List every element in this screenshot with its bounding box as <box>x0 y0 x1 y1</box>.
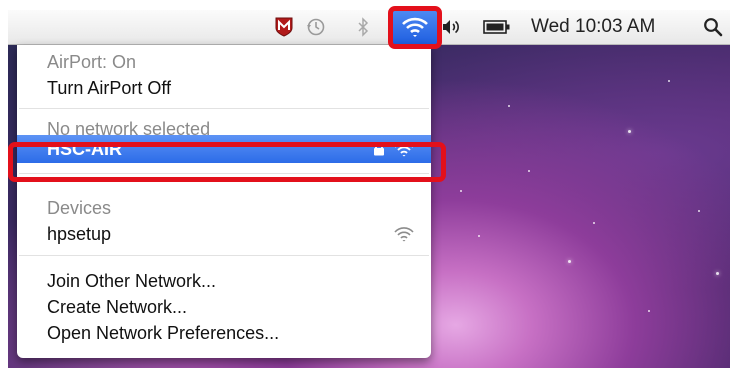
create-network-item[interactable]: Create Network... <box>17 295 431 319</box>
join-other-network-item[interactable]: Join Other Network... <box>17 269 431 293</box>
devices-header-label: Devices <box>47 197 112 218</box>
star <box>648 310 650 312</box>
no-network-selected-item: No network selected <box>17 121 431 135</box>
turn-airport-off-item[interactable]: Turn AirPort Off <box>17 76 431 100</box>
star <box>668 80 670 82</box>
create-network-label: Create Network... <box>47 296 188 317</box>
star <box>528 170 530 172</box>
battery-icon[interactable] <box>482 10 512 44</box>
highlight-hsc-air-network <box>8 142 446 182</box>
open-network-preferences-item[interactable]: Open Network Preferences... <box>17 321 431 345</box>
menu-divider <box>19 255 429 256</box>
desktop-screen: Wed 10:03 AM AirPort: On Turn AirPort Of… <box>8 10 730 368</box>
turn-airport-off-label: Turn AirPort Off <box>47 77 172 98</box>
menu-divider <box>19 108 429 109</box>
star <box>628 130 631 133</box>
time-machine-icon[interactable] <box>304 10 328 44</box>
airport-status-label: AirPort: On <box>47 51 137 72</box>
mcafee-icon[interactable] <box>272 10 296 44</box>
highlight-wifi-menu <box>388 6 442 49</box>
star <box>460 190 462 192</box>
wifi-signal-icon <box>394 227 414 242</box>
open-network-preferences-label: Open Network Preferences... <box>47 322 280 343</box>
star <box>716 272 719 275</box>
no-network-selected-label: No network selected <box>47 121 211 135</box>
star <box>508 105 510 107</box>
star <box>478 235 480 237</box>
menu-bar: Wed 10:03 AM <box>8 10 730 45</box>
star <box>568 260 571 263</box>
star <box>698 210 700 212</box>
airport-dropdown-menu: AirPort: On Turn AirPort Off No network … <box>17 45 431 358</box>
bluetooth-icon[interactable] <box>356 10 370 44</box>
devices-header: Devices <box>17 196 431 220</box>
airport-status-item: AirPort: On <box>17 50 431 74</box>
menubar-clock[interactable]: Wed 10:03 AM <box>531 10 681 44</box>
star <box>593 222 595 224</box>
device-item-hpsetup[interactable]: hpsetup <box>17 222 431 246</box>
spotlight-search-icon[interactable] <box>702 10 724 44</box>
device-name-label: hpsetup <box>47 223 112 244</box>
volume-icon[interactable] <box>440 10 462 44</box>
join-other-network-label: Join Other Network... <box>47 270 217 291</box>
